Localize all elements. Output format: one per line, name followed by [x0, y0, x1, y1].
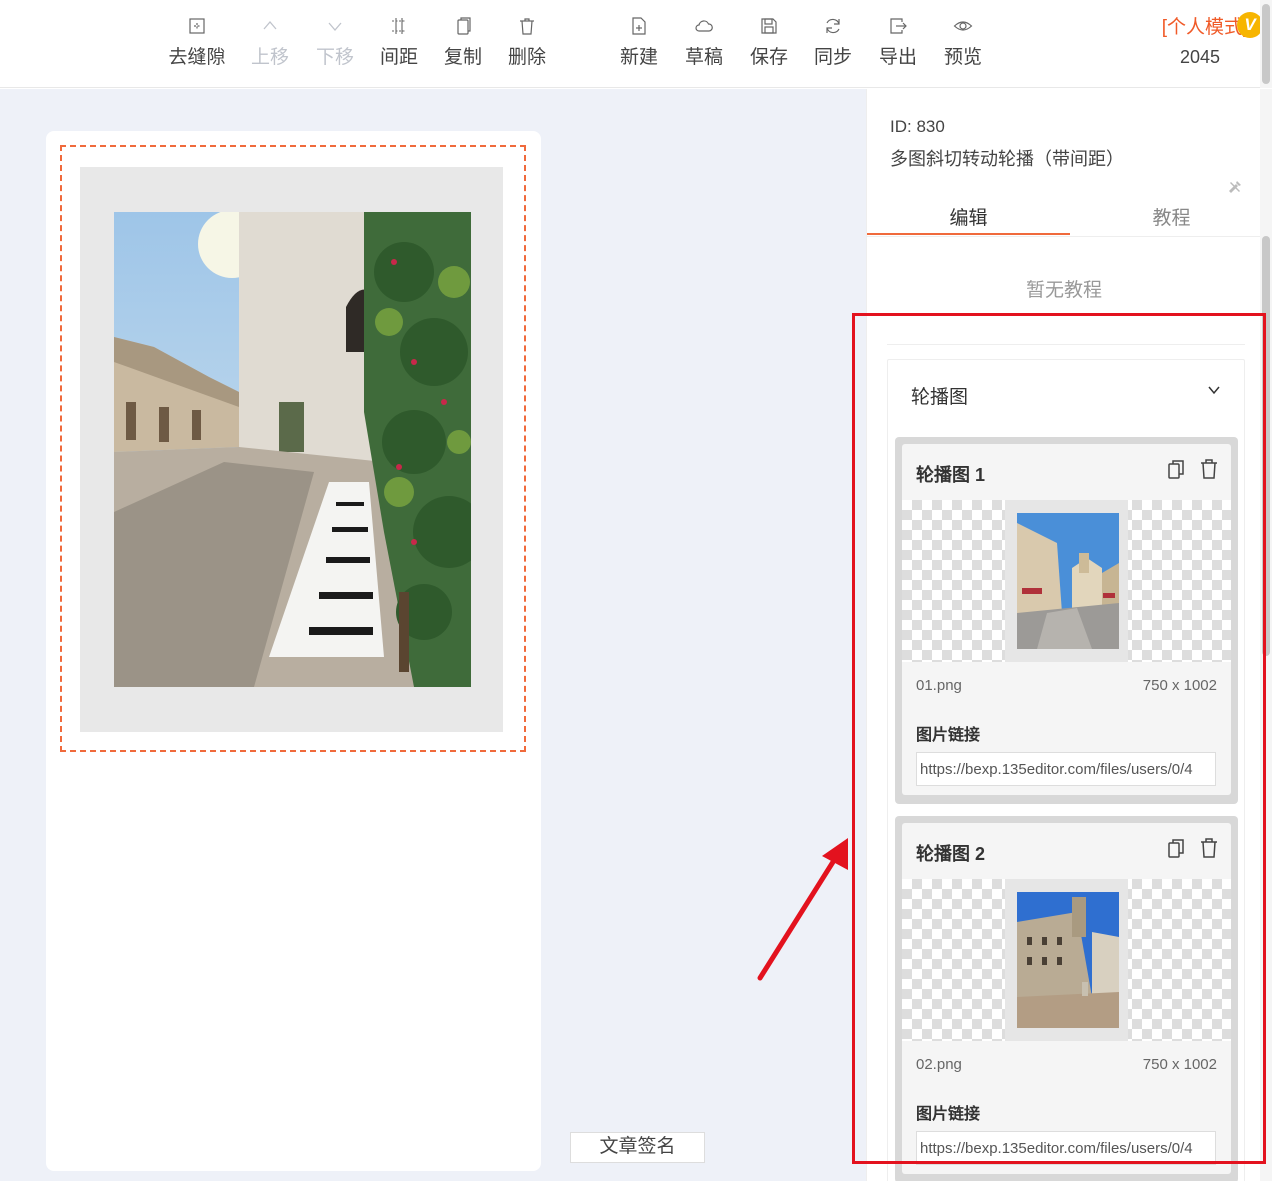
copy-icon[interactable]	[1165, 458, 1187, 480]
toolbar-label: 预览	[943, 47, 982, 68]
delete-button[interactable]: 删除	[495, 12, 559, 69]
trash-icon[interactable]	[1198, 837, 1220, 859]
carousel-frame	[80, 167, 503, 732]
slide-link-label: 图片链接	[916, 727, 981, 744]
chevron-down-icon[interactable]	[1206, 382, 1222, 398]
carousel-settings-group: 轮播图 轮播图 1 01.png 750 x 1002 图片链接 https:/…	[887, 359, 1245, 1181]
trash-icon	[520, 18, 534, 35]
toolbar-scrollbar-thumb[interactable]	[1262, 4, 1270, 84]
slide-filename: 01.png	[916, 677, 962, 694]
tab-edit[interactable]: 编辑	[867, 203, 1070, 230]
slide-dimensions: 750 x 1002	[1142, 677, 1217, 694]
new-button[interactable]: 新建	[607, 12, 671, 69]
spacing-icon	[392, 18, 406, 34]
copy-icon	[457, 17, 471, 35]
slide-title: 轮播图 2	[916, 844, 986, 864]
mode-count: 2045	[1179, 47, 1221, 67]
toolbar-label: 下移	[315, 47, 354, 68]
toolbar-label: 新建	[619, 47, 658, 68]
tools-icon[interactable]	[1227, 179, 1243, 195]
top-toolbar: 去缝隙 上移 下移 间距 复制 删除 新建 草稿 保存 同步 导出 预览 [个人…	[0, 0, 1272, 88]
toolbar-label: 草稿	[684, 47, 723, 68]
carousel-slide-card: 轮播图 1 01.png 750 x 1002 图片链接 https://bex…	[895, 437, 1238, 804]
slide-title: 轮播图 1	[916, 465, 986, 485]
spacing-button[interactable]: 间距	[367, 12, 431, 69]
gap-icon	[189, 18, 205, 34]
copy-icon[interactable]	[1165, 837, 1187, 859]
divider	[887, 344, 1245, 345]
toolbar-label: 删除	[507, 47, 546, 68]
carousel-slide: 轮播图 1 01.png 750 x 1002 图片链接 https://bex…	[902, 444, 1231, 795]
slide-filename: 02.png	[916, 1056, 962, 1073]
slide-thumbnail	[1017, 513, 1119, 649]
tab-tutorial[interactable]: 教程	[1070, 203, 1272, 230]
street-photo-thumb	[1017, 513, 1119, 649]
panel-tabs: 编辑 教程	[867, 195, 1261, 237]
move-down-button[interactable]: 下移	[303, 12, 367, 69]
carousel-slide: 轮播图 2 02.png 750 x 1002 图片链接 https://bex…	[902, 823, 1231, 1174]
toolbar-label: 去缝隙	[168, 47, 226, 68]
editor-workspace	[0, 89, 866, 1181]
toolbar-label: 导出	[878, 47, 917, 68]
toolbar-label: 保存	[749, 47, 788, 68]
new-file-icon	[632, 17, 646, 35]
document-page	[46, 131, 541, 1171]
selected-block[interactable]	[60, 145, 526, 752]
trash-icon[interactable]	[1198, 458, 1220, 480]
carousel-group-title[interactable]: 轮播图	[911, 382, 968, 409]
template-name: 多图斜切转动轮播（带间距）	[890, 149, 1124, 169]
article-signature-button[interactable]: 文章签名	[570, 1132, 705, 1163]
template-id: ID: 830	[890, 117, 945, 136]
slide-link-input[interactable]	[916, 1131, 1216, 1165]
save-button[interactable]: 保存	[737, 12, 801, 69]
slide-link-label: 图片链接	[916, 1106, 981, 1123]
sync-icon	[826, 18, 840, 34]
slide-thumbnail	[1017, 892, 1119, 1028]
template-panel: ID: 830 多图斜切转动轮播（带间距） 编辑 教程 暂无教程 轮播图 轮播图…	[866, 89, 1261, 1181]
panel-scrollbar-thumb[interactable]	[1262, 236, 1270, 656]
move-up-button[interactable]: 上移	[238, 12, 302, 69]
preview-button[interactable]: 预览	[931, 12, 995, 69]
palace-photo-thumb	[1017, 892, 1119, 1028]
export-button[interactable]: 导出	[866, 12, 930, 69]
chevron-down-icon	[328, 22, 342, 31]
cloud-icon	[695, 20, 713, 32]
active-tab-indicator	[867, 233, 1070, 235]
image-preview-area[interactable]	[902, 500, 1231, 662]
copy-button[interactable]: 复制	[431, 12, 495, 69]
remove-gap-button[interactable]: 去缝隙	[165, 12, 229, 69]
toolbar-label: 复制	[443, 47, 482, 68]
toolbar-label: 上移	[250, 47, 289, 68]
image-preview-area[interactable]	[902, 879, 1231, 1041]
thumbnail-background	[1005, 500, 1128, 662]
slide-link-input[interactable]	[916, 752, 1216, 786]
export-icon	[890, 18, 907, 34]
slide-dimensions: 750 x 1002	[1142, 1056, 1217, 1073]
street-piano-photo	[114, 212, 471, 687]
no-tutorial-text: 暂无教程	[1025, 280, 1102, 301]
toolbar-label: 间距	[379, 47, 418, 68]
chevron-up-icon	[263, 21, 277, 30]
sync-button[interactable]: 同步	[801, 12, 865, 69]
eye-icon	[953, 21, 973, 31]
carousel-image[interactable]	[114, 212, 471, 687]
save-icon	[761, 18, 777, 34]
thumbnail-background	[1005, 879, 1128, 1041]
toolbar-label: 同步	[813, 47, 852, 68]
draft-button[interactable]: 草稿	[672, 12, 736, 69]
carousel-slide-card: 轮播图 2 02.png 750 x 1002 图片链接 https://bex…	[895, 816, 1238, 1181]
